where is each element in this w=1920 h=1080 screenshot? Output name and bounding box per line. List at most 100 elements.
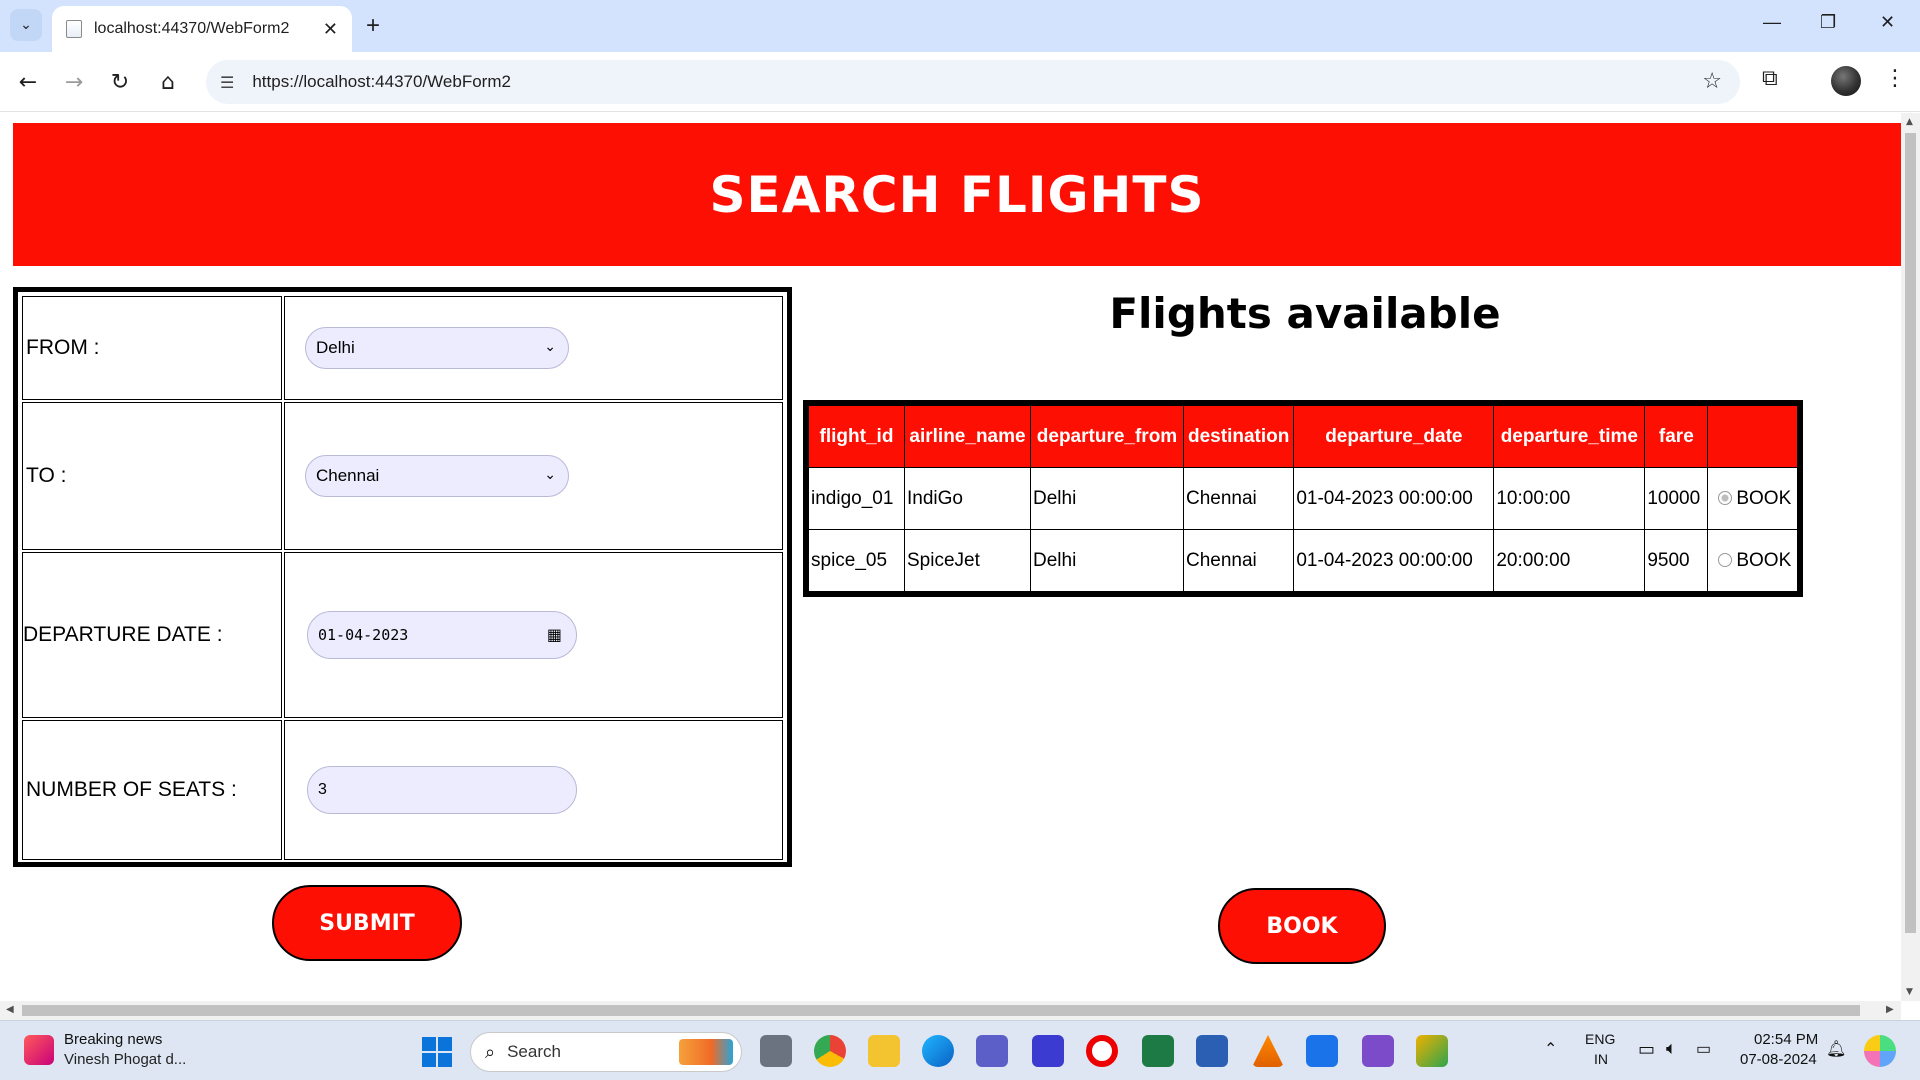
browser-toolbar: ← → ↻ ⌂ ☰ https://localhost:44370/WebFor… (0, 52, 1920, 112)
opera-icon[interactable] (1086, 1035, 1118, 1067)
show-hidden-icons-icon[interactable]: ⌃ (1544, 1039, 1557, 1059)
cell-departure-from: Delhi (1030, 529, 1184, 592)
language-bottom[interactable]: IN (1594, 1051, 1608, 1067)
notification-bell-icon[interactable]: 🔔︎ (1826, 1039, 1846, 1059)
clock-date[interactable]: 07-08-2024 (1740, 1051, 1817, 1068)
minimize-icon[interactable]: — (1763, 12, 1781, 33)
header-airline-name: airline_name (904, 405, 1031, 468)
page-favicon-icon (66, 20, 82, 38)
to-label: TO : (22, 402, 282, 550)
header-departure-from: departure_from (1030, 405, 1184, 468)
cell-airline-name: IndiGo (904, 467, 1031, 530)
back-icon[interactable]: ← (12, 66, 44, 98)
copilot-icon[interactable] (1864, 1035, 1896, 1067)
departure-date-value: 01-04-2023 (318, 626, 409, 644)
extensions-icon[interactable]: ⧉ (1762, 66, 1778, 91)
battery-icon[interactable]: ▭ (1696, 1039, 1711, 1059)
submit-button[interactable]: SUBMIT (272, 885, 462, 961)
horizontal-scroll-thumb[interactable] (22, 1005, 1860, 1016)
visual-studio-icon[interactable] (1362, 1035, 1394, 1067)
profile-avatar[interactable] (1831, 66, 1861, 96)
start-windows-icon[interactable] (422, 1037, 452, 1067)
page-viewport: SEARCH FLIGHTS FROM : Delhi ⌄ TO : Chenn… (0, 113, 1901, 1001)
app-icon[interactable] (1416, 1035, 1448, 1067)
task-view-icon[interactable] (760, 1035, 792, 1067)
tab-title: localhost:44370/WebForm2 (94, 20, 290, 37)
vlc-icon[interactable] (1252, 1035, 1284, 1067)
close-tab-icon[interactable]: ✕ (323, 19, 338, 40)
header-departure-time: departure_time (1493, 405, 1646, 468)
to-select[interactable]: Chennai ⌄ (305, 455, 569, 497)
app-icon[interactable] (1032, 1035, 1064, 1067)
from-select-value: Delhi (316, 338, 355, 357)
seats-input[interactable]: 3 (307, 766, 577, 814)
new-tab-button[interactable]: + (366, 12, 380, 40)
vertical-scroll-thumb[interactable] (1905, 133, 1916, 933)
cell-fare: 10000 (1644, 467, 1709, 530)
home-icon[interactable]: ⌂ (152, 66, 184, 98)
to-cell: Chennai ⌄ (284, 402, 783, 550)
header-destination: destination (1182, 405, 1295, 468)
grid-header-row: flight_id airline_name departure_from de… (808, 405, 1799, 468)
cell-book: BOOK (1707, 529, 1799, 592)
forward-icon[interactable]: → (58, 66, 90, 98)
chevron-down-icon: ⌄ (544, 338, 556, 354)
seats-label: NUMBER OF SEATS : (22, 720, 282, 860)
header-departure-date: departure_date (1293, 405, 1495, 468)
language-top[interactable]: ENG (1585, 1031, 1615, 1047)
excel-icon[interactable] (1142, 1035, 1174, 1067)
calendar-icon[interactable]: ▦ (547, 625, 562, 644)
book-radio[interactable] (1718, 490, 1733, 505)
scroll-left-icon[interactable]: ◀ (6, 1004, 14, 1015)
scroll-up-icon[interactable]: ▲ (1906, 117, 1913, 127)
volume-icon[interactable]: 🔈︎ (1666, 1038, 1677, 1059)
table-row: indigo_01 IndiGo Delhi Chennai 01-04-202… (808, 467, 1799, 530)
tab-search-button[interactable]: ⌄ (10, 9, 42, 41)
cell-departure-date: 01-04-2023 00:00:00 (1293, 467, 1495, 530)
address-url[interactable]: https://localhost:44370/WebForm2 (252, 72, 511, 92)
news-title[interactable]: Breaking news (64, 1031, 162, 1048)
news-subtitle[interactable]: Vinesh Phogat d... (64, 1051, 186, 1068)
close-window-icon[interactable]: ✕ (1880, 12, 1895, 33)
from-select[interactable]: Delhi ⌄ (305, 327, 569, 369)
scroll-down-icon[interactable]: ▼ (1906, 987, 1913, 997)
departure-date-input[interactable]: 01-04-2023 ▦ (307, 611, 577, 659)
book-radio-label[interactable]: BOOK (1736, 488, 1791, 509)
reload-icon[interactable]: ↻ (104, 66, 136, 98)
cell-departure-date: 01-04-2023 00:00:00 (1293, 529, 1495, 592)
edge-icon[interactable] (922, 1035, 954, 1067)
site-info-icon[interactable]: ☰ (220, 73, 234, 92)
header-book (1707, 405, 1799, 468)
from-label: FROM : (22, 296, 282, 400)
table-row: spice_05 SpiceJet Delhi Chennai 01-04-20… (808, 529, 1799, 592)
teams-icon[interactable] (976, 1035, 1008, 1067)
menu-icon[interactable]: ⋮ (1884, 66, 1906, 91)
network-icon[interactable]: ▭ (1638, 1039, 1655, 1060)
browser-tab[interactable]: localhost:44370/WebForm2 ✕ (52, 6, 352, 52)
date-cell: 01-04-2023 ▦ (284, 552, 783, 718)
vertical-scrollbar[interactable]: ▲ ▼ (1901, 113, 1920, 1001)
mail-icon[interactable] (1306, 1035, 1338, 1067)
address-bar[interactable]: ☰ https://localhost:44370/WebForm2 ☆ (206, 60, 1740, 104)
chrome-icon[interactable] (814, 1035, 846, 1067)
bookmark-star-icon[interactable]: ☆ (1702, 69, 1722, 94)
restore-icon[interactable]: ❐ (1820, 12, 1836, 33)
cell-departure-from: Delhi (1030, 467, 1184, 530)
book-radio[interactable] (1718, 552, 1733, 567)
windows-taskbar: Breaking news Vinesh Phogat d... ⌕ Searc… (0, 1020, 1920, 1080)
search-form-table: FROM : Delhi ⌄ TO : Chennai ⌄ DEPARTURE … (13, 287, 792, 867)
horizontal-scrollbar[interactable]: ◀ ▶ (0, 1001, 1901, 1020)
file-explorer-icon[interactable] (868, 1035, 900, 1067)
word-icon[interactable] (1196, 1035, 1228, 1067)
book-radio-label[interactable]: BOOK (1736, 550, 1791, 571)
cell-airline-name: SpiceJet (904, 529, 1031, 592)
cell-departure-time: 10:00:00 (1493, 467, 1646, 530)
page-banner: SEARCH FLIGHTS (13, 123, 1901, 266)
taskbar-search[interactable]: ⌕ Search (470, 1032, 742, 1072)
news-widget-icon[interactable] (24, 1035, 54, 1065)
scroll-right-icon[interactable]: ▶ (1886, 1004, 1894, 1015)
seats-cell: 3 (284, 720, 783, 860)
clock-time[interactable]: 02:54 PM (1754, 1031, 1818, 1048)
cell-book: BOOK (1707, 467, 1799, 530)
book-button[interactable]: BOOK (1218, 888, 1386, 964)
